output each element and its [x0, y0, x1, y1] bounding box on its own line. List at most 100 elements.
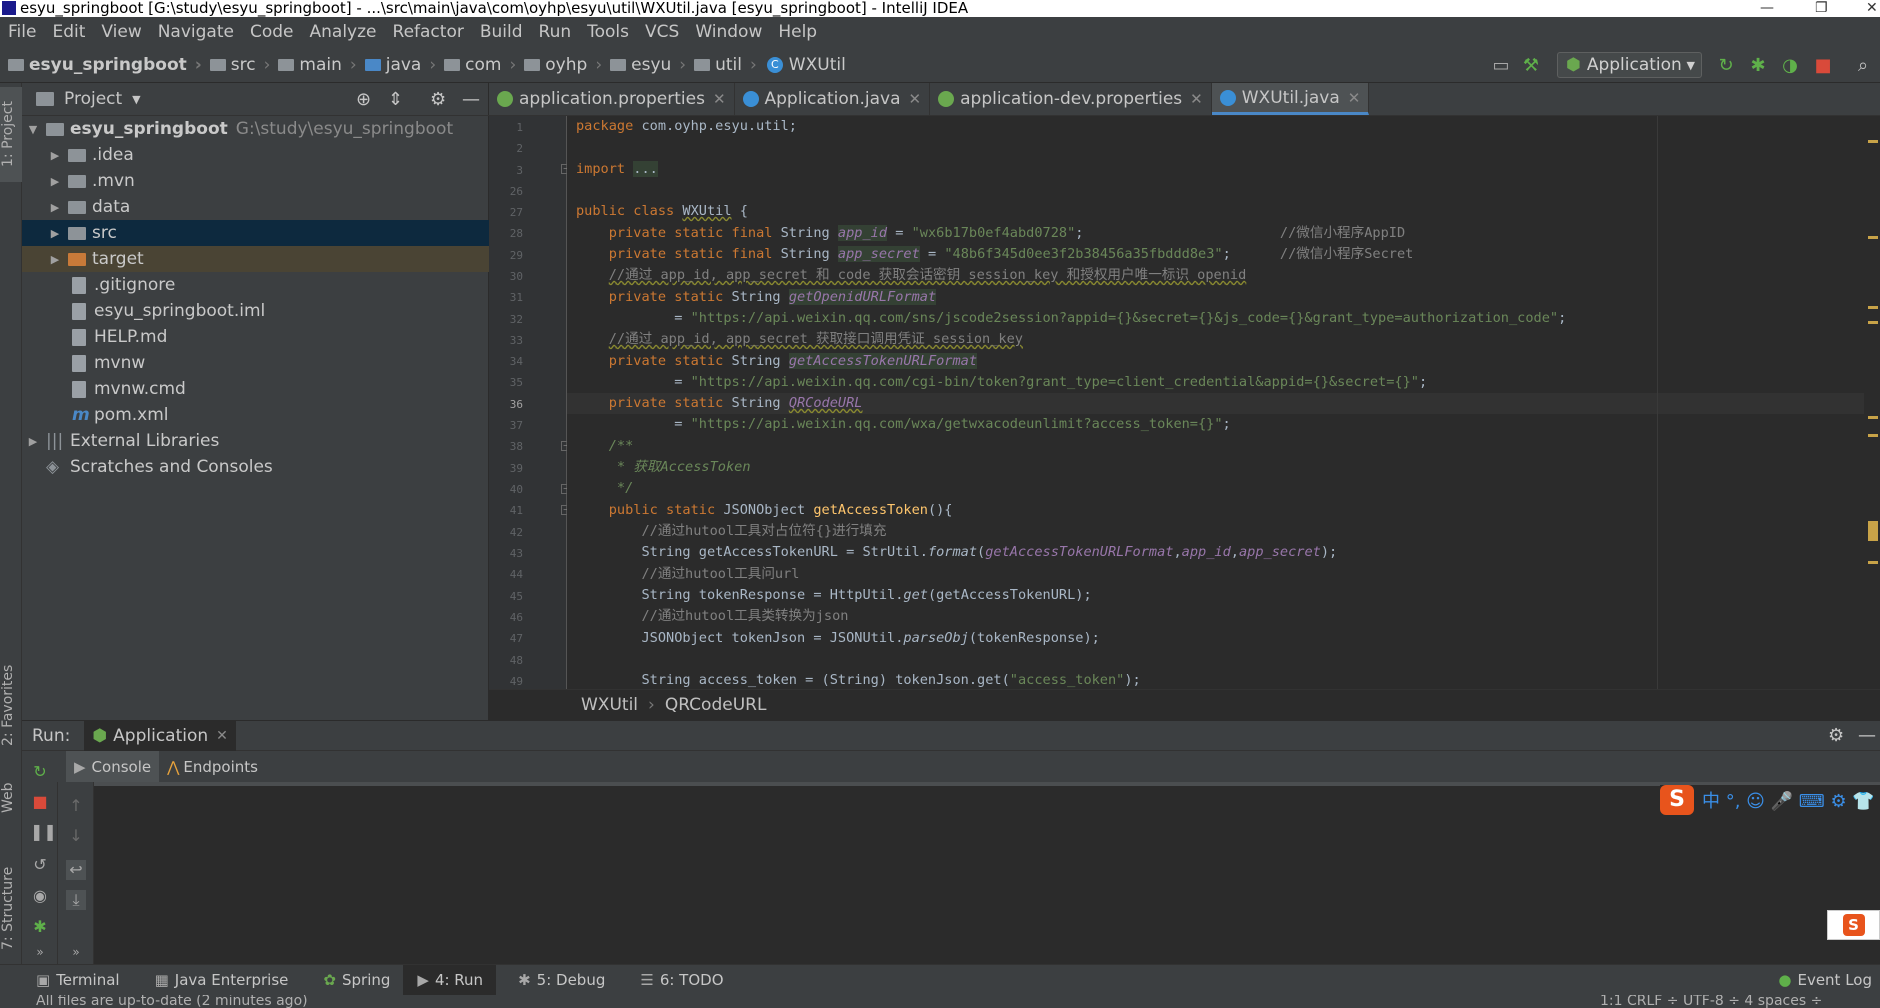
restart-icon[interactable]: ↺: [30, 855, 50, 875]
menu-vcs[interactable]: VCS: [637, 22, 687, 42]
tree-item-project-root[interactable]: ▼ esyu_springboot G:\study\esyu_springboo…: [22, 116, 489, 142]
scroll-to-end-icon[interactable]: ⤓: [66, 890, 86, 910]
nav-crumb-main[interactable]: main ›: [270, 55, 357, 75]
nav-crumb-oyhp[interactable]: oyhp ›: [516, 55, 602, 75]
expand-arrow-icon[interactable]: ▶: [48, 201, 62, 214]
close-tab-icon[interactable]: ✕: [216, 728, 228, 744]
menu-help[interactable]: Help: [770, 22, 825, 42]
warning-marker[interactable]: [1868, 416, 1878, 419]
close-window-icon[interactable]: ✕: [1866, 0, 1878, 17]
debug-icon[interactable]: ✱: [1745, 47, 1771, 83]
warning-marker[interactable]: [1868, 140, 1878, 143]
tab-wxutil-java[interactable]: WXUtil.java ✕: [1211, 83, 1370, 115]
arrow-down-icon[interactable]: ↓: [66, 826, 86, 846]
project-tool-tab[interactable]: 1: Project: [0, 87, 22, 182]
menu-file[interactable]: File: [0, 22, 44, 42]
tree-item-mvn[interactable]: ▶ .mvn: [22, 168, 489, 194]
breadcrumb-field[interactable]: QRCodeURL: [665, 695, 767, 715]
nav-crumb-java[interactable]: java ›: [357, 55, 436, 75]
warning-marker[interactable]: [1868, 561, 1878, 564]
tab-console[interactable]: ▶ Console: [66, 751, 160, 782]
menu-edit[interactable]: Edit: [44, 22, 93, 42]
rerun-icon[interactable]: ↻: [1713, 47, 1739, 83]
web-tool-tab[interactable]: Web: [0, 773, 22, 823]
tree-item-gitignore[interactable]: .gitignore: [22, 272, 489, 298]
nav-crumb-esyu[interactable]: esyu ›: [602, 55, 686, 75]
warning-marker[interactable]: [1868, 321, 1878, 324]
expand-arrow-icon[interactable]: ▶: [48, 253, 62, 266]
warning-marker[interactable]: [1868, 236, 1878, 239]
tree-item-pom[interactable]: m pom.xml: [22, 402, 489, 428]
menu-build[interactable]: Build: [472, 22, 531, 42]
menu-refactor[interactable]: Refactor: [385, 22, 472, 42]
arrow-up-icon[interactable]: ↑: [66, 796, 86, 816]
menu-code[interactable]: Code: [242, 22, 302, 42]
menu-analyze[interactable]: Analyze: [302, 22, 385, 42]
nav-crumb-current[interactable]: C WXUtil: [757, 55, 846, 75]
expand-arrow-icon[interactable]: ▼: [26, 123, 40, 136]
breadcrumb-class[interactable]: WXUtil: [581, 695, 638, 715]
folded-imports[interactable]: ...: [633, 161, 658, 177]
menu-window[interactable]: Window: [687, 22, 770, 42]
status-indicators[interactable]: 1:1 CRLF ÷ UTF-8 ÷ 4 spaces ÷: [1600, 995, 1822, 1008]
nav-crumb-project[interactable]: esyu_springboot ›: [0, 55, 202, 75]
close-tab-icon[interactable]: ✕: [1348, 89, 1361, 107]
tree-item-mvnw[interactable]: mvnw: [22, 350, 489, 376]
expand-arrow-icon[interactable]: ▶: [48, 149, 62, 162]
run-configuration-select[interactable]: ⬢ Application ▼: [1557, 52, 1702, 78]
tab-todo[interactable]: ☰ 6: TODO: [618, 971, 736, 989]
locate-icon[interactable]: ⊕: [356, 89, 371, 110]
console-output[interactable]: [94, 782, 1880, 964]
tab-terminal[interactable]: ▣ Terminal: [0, 971, 133, 989]
soft-wrap-icon[interactable]: ↩: [66, 860, 86, 880]
pause-icon[interactable]: ❚❚: [30, 822, 57, 842]
scroll-thumb[interactable]: [1868, 521, 1878, 541]
stop-icon[interactable]: ■: [30, 792, 50, 812]
ime-toolbar[interactable]: S 中 °, ☺ 🎤 ⌨ ⚙ 👕: [1660, 785, 1880, 815]
tree-item-scratches[interactable]: ◈ Scratches and Consoles: [22, 454, 489, 480]
menu-run[interactable]: Run: [531, 22, 580, 42]
close-tab-icon[interactable]: ✕: [1190, 90, 1203, 108]
debug-icon[interactable]: ✱: [30, 917, 50, 937]
more-icon[interactable]: »: [30, 942, 50, 962]
rerun-icon[interactable]: ↻: [30, 762, 50, 782]
tab-java-enterprise[interactable]: ▦ Java Enterprise: [133, 971, 302, 989]
tab-spring[interactable]: ✿ Spring: [301, 971, 403, 989]
tab-application-java[interactable]: Application.java ✕: [735, 83, 931, 115]
favorites-tool-tab[interactable]: 2: Favorites: [0, 658, 22, 753]
tree-item-idea[interactable]: ▶ .idea: [22, 142, 489, 168]
tree-item-target[interactable]: ▶ target: [22, 246, 489, 272]
nav-crumb-util[interactable]: util ›: [686, 55, 757, 75]
menu-tools[interactable]: Tools: [579, 22, 637, 42]
tree-item-help-md[interactable]: HELP.md: [22, 324, 489, 350]
collapse-all-icon[interactable]: ⇕: [388, 89, 403, 110]
tab-event-log[interactable]: ● Event Log: [1756, 971, 1880, 989]
restore-icon[interactable]: ❐: [1815, 0, 1828, 17]
menu-navigate[interactable]: Navigate: [150, 22, 242, 42]
camera-icon[interactable]: ◉: [30, 886, 50, 906]
tree-item-mvnw-cmd[interactable]: mvnw.cmd: [22, 376, 489, 402]
tree-item-iml[interactable]: esyu_springboot.iml: [22, 298, 489, 324]
project-structure-icon[interactable]: ▭: [1488, 47, 1514, 83]
nav-crumb-src[interactable]: src ›: [202, 55, 270, 75]
project-panel-title[interactable]: Project: [64, 89, 122, 109]
close-tab-icon[interactable]: ✕: [909, 90, 922, 108]
expand-arrow-icon[interactable]: ▶: [48, 175, 62, 188]
stop-icon[interactable]: ■: [1810, 47, 1836, 83]
more-icon[interactable]: »: [66, 942, 86, 962]
gear-icon[interactable]: ⚙: [1828, 725, 1844, 746]
tab-application-properties[interactable]: application.properties ✕: [489, 83, 735, 115]
hide-panel-icon[interactable]: —: [1858, 725, 1876, 746]
warning-marker[interactable]: [1868, 434, 1878, 437]
tab-run[interactable]: ▶ 4: Run: [403, 964, 497, 996]
ime-options[interactable]: 中 °, ☺ 🎤 ⌨ ⚙ 👕: [1702, 787, 1875, 813]
gear-icon[interactable]: ⚙: [430, 89, 446, 110]
tree-item-data[interactable]: ▶ data: [22, 194, 489, 220]
close-tab-icon[interactable]: ✕: [713, 90, 726, 108]
chevron-down-icon[interactable]: ▼: [132, 93, 140, 106]
ime-mini[interactable]: S: [1827, 910, 1880, 940]
expand-arrow-icon[interactable]: ▶: [26, 435, 40, 448]
status-message[interactable]: All files are up-to-date (2 minutes ago): [36, 995, 308, 1008]
build-hammer-icon[interactable]: ⚒: [1518, 47, 1544, 83]
run-config-tab[interactable]: ⬢ Application ✕: [84, 720, 236, 751]
